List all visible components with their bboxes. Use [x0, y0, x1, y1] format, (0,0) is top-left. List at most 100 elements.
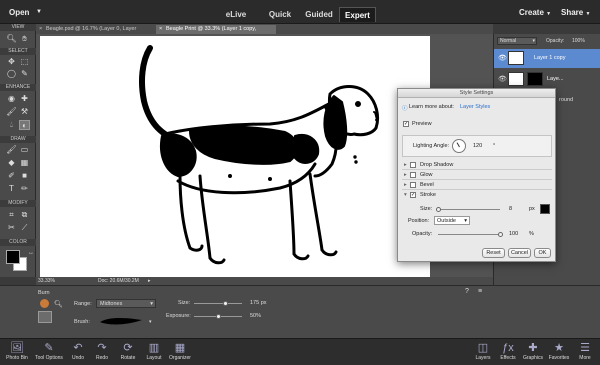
bevel-checkbox[interactable] [410, 182, 416, 188]
open-button[interactable]: Open ▼ [4, 6, 42, 19]
visibility-eye-icon[interactable]: 👁︎ [498, 75, 507, 83]
hand-tool-icon[interactable]: ✋︎ [19, 34, 30, 44]
glow-checkbox[interactable] [410, 172, 416, 178]
rotate-button[interactable]: ⟳ Rotate [116, 341, 140, 361]
burn-tool-preset-icon[interactable] [38, 311, 52, 323]
blend-mode-value: Normal [500, 38, 517, 44]
close-icon[interactable]: × [39, 25, 42, 34]
burn-tool-icon[interactable]: ◐ [19, 120, 30, 130]
swap-colors-icon[interactable]: ↔ [28, 250, 34, 256]
stroke-checkbox[interactable]: ✓ [410, 192, 416, 198]
mode-guided[interactable]: Guided [300, 7, 338, 22]
chevron-right-icon[interactable]: ▸ [148, 277, 151, 285]
bottom-bar: 🖼︎ Photo Bin ✎ Tool Options ↶ Undo ↷ Redo ⟳ R… [0, 338, 600, 365]
zoom-tool-icon[interactable]: 🔍︎ [6, 34, 17, 44]
layout-button[interactable]: ▥ Layout [143, 341, 165, 361]
quick-selection-tool-icon[interactable]: ✎ [19, 69, 30, 79]
layers-button[interactable]: ◫ Layers [472, 341, 494, 361]
photo-bin-button[interactable]: 🖼︎ Photo Bin [2, 341, 32, 361]
help-icon[interactable]: ? [465, 288, 469, 295]
tool-options-button[interactable]: ✎ Tool Options [32, 341, 66, 361]
zoom-tool-option-icon[interactable]: 🔍︎ [54, 300, 63, 308]
stroke-opacity-slider-knob[interactable] [498, 232, 503, 237]
stroke-color-swatch[interactable] [540, 204, 550, 214]
ok-button[interactable]: OK [534, 248, 551, 258]
gradient-tool-icon[interactable]: ▦ [19, 158, 30, 168]
recompose-tool-icon[interactable]: ⧉ [19, 210, 30, 220]
marquee-tool-icon[interactable]: ⬚ [19, 57, 30, 67]
eyedropper-tool-icon[interactable]: ✐ [6, 171, 17, 181]
more-button[interactable]: ☰ More [575, 341, 595, 361]
brush-tool-icon[interactable]: 🖌︎ [6, 145, 17, 155]
pencil-tool-icon[interactable]: ✏︎ [19, 184, 30, 194]
blur-tool-icon[interactable]: 💧︎ [6, 120, 17, 130]
cancel-button[interactable]: Cancel [508, 248, 531, 258]
visibility-eye-icon[interactable]: 👁︎ [498, 54, 507, 62]
red-eye-tool-icon[interactable]: ◉ [6, 94, 17, 104]
layer-row-layer1-copy[interactable]: 👁︎ Layer 1 copy [494, 49, 600, 68]
size-value[interactable]: 175 px [250, 300, 267, 306]
type-tool-icon[interactable]: T [6, 184, 17, 194]
create-button[interactable]: Create ▼ [519, 6, 551, 19]
options-menu-icon[interactable]: ≡ [478, 288, 482, 295]
stroke-size-value[interactable]: 8 [509, 206, 512, 212]
size-slider[interactable] [194, 303, 242, 304]
shape-tool-icon[interactable]: ■ [19, 171, 30, 181]
style-bevel[interactable]: ▸ Bevel [402, 181, 552, 190]
burn-tool-option-icon[interactable] [40, 299, 49, 308]
straighten-tool-icon[interactable]: ⟋ [19, 223, 30, 233]
effects-button[interactable]: ƒx Effects [497, 341, 519, 361]
opacity-value[interactable]: 100% [572, 38, 585, 44]
foreground-color-swatch[interactable] [6, 250, 20, 264]
undo-label: Undo [72, 355, 84, 361]
chevron-down-icon[interactable]: ▾ [149, 319, 152, 325]
graphics-button[interactable]: ✚ Graphics [521, 341, 545, 361]
style-drop-shadow[interactable]: ▸ Drop Shadow [402, 161, 552, 170]
stroke-size-slider-knob[interactable] [436, 207, 441, 212]
size-slider-knob[interactable] [223, 301, 228, 306]
style-stroke[interactable]: ▾ ✓ Stroke [402, 191, 552, 200]
range-select[interactable]: Midtones ▾ [96, 299, 156, 308]
stroke-position-select[interactable]: Outside ▾ [434, 216, 470, 225]
stroke-opacity-value[interactable]: 100 [509, 231, 518, 237]
zoom-level[interactable]: 33.33% [38, 277, 55, 285]
paint-bucket-tool-icon[interactable]: ◆ [6, 158, 17, 168]
exposure-value[interactable]: 50% [250, 313, 261, 319]
mode-elive[interactable]: eLive [220, 7, 252, 22]
undo-button[interactable]: ↶ Undo [68, 341, 88, 361]
document-canvas[interactable] [40, 36, 430, 279]
brush-preview[interactable] [98, 314, 144, 328]
exposure-slider-knob[interactable] [216, 314, 221, 319]
crop-tool-icon[interactable]: ⌗ [6, 210, 17, 220]
stroke-size-slider[interactable] [436, 209, 500, 210]
preview-checkbox[interactable]: ✓ [403, 121, 409, 127]
stroke-opacity-slider[interactable] [438, 234, 500, 235]
share-button[interactable]: Share ▼ [561, 6, 590, 19]
mode-quick[interactable]: Quick [263, 7, 297, 22]
layer-row-layer[interactable]: 👁︎ Laye... [494, 70, 600, 89]
clone-stamp-tool-icon[interactable]: ⚒ [19, 107, 30, 117]
lighting-angle-dial[interactable] [452, 139, 466, 153]
content-aware-move-tool-icon[interactable]: ✂ [6, 223, 17, 233]
organizer-button[interactable]: ▦ Organizer [166, 341, 194, 361]
lighting-angle-value[interactable]: 120 [473, 143, 482, 149]
layers-icon: ◫ [477, 342, 489, 354]
favorites-button[interactable]: ★ Favorites [546, 341, 572, 361]
style-glow[interactable]: ▸ Glow [402, 171, 552, 180]
layer-styles-link[interactable]: Layer Styles [460, 104, 490, 110]
drop-shadow-checkbox[interactable] [410, 162, 416, 168]
mode-expert[interactable]: Expert [339, 7, 376, 22]
eraser-tool-icon[interactable]: ▭ [19, 145, 30, 155]
healing-brush-tool-icon[interactable]: ✚ [19, 94, 30, 104]
doc-tab-beagle[interactable]: × Beagle.psd @ 16.7% (Layer 0, Layer Mas… [36, 25, 154, 41]
redo-button[interactable]: ↷ Redo [92, 341, 112, 361]
smart-brush-tool-icon[interactable]: 🖌︎ [6, 107, 17, 117]
reset-button[interactable]: Reset [482, 248, 505, 258]
doc-tab-beagle-print[interactable]: × Beagle Print @ 33.3% (Layer 1 copy, RG… [156, 25, 276, 41]
style-settings-dialog: Style Settings ⓘ Learn more about: Layer… [397, 88, 556, 262]
close-icon[interactable]: × [159, 25, 162, 34]
range-value: Midtones [100, 301, 123, 307]
move-tool-icon[interactable]: ✥ [6, 57, 17, 67]
blend-mode-select[interactable]: Normal ▾ [497, 37, 537, 45]
lasso-tool-icon[interactable]: ◯ [6, 69, 17, 79]
